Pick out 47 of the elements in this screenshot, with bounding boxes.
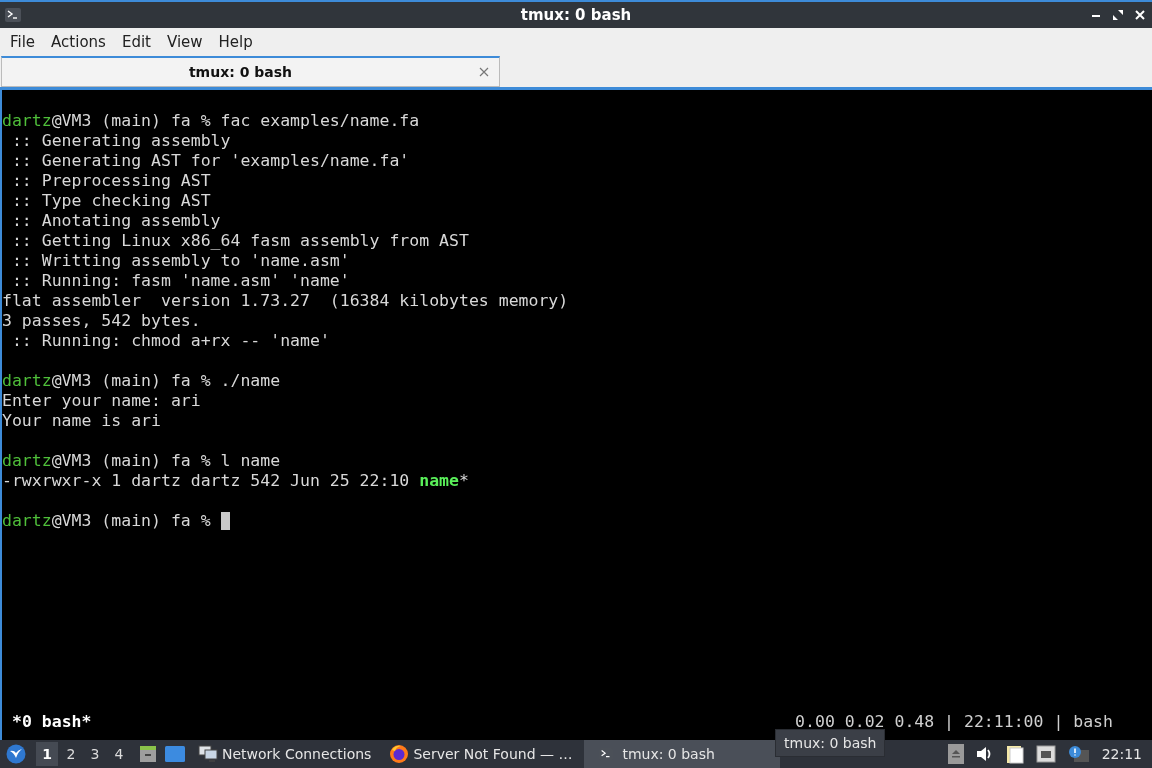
terminal-line: :: Running: chmod a+rx -- 'name' xyxy=(10,331,330,351)
file-cabinet-icon[interactable] xyxy=(138,744,158,764)
terminal-line: :: Generating assembly xyxy=(10,131,231,151)
menu-item[interactable]: Actions xyxy=(43,28,114,56)
tooltip: tmux: 0 bash xyxy=(775,729,886,757)
tab[interactable]: tmux: 0 bash xyxy=(1,56,500,87)
desktop-switcher[interactable]: 2 xyxy=(60,742,82,766)
menu-item[interactable]: File xyxy=(2,28,44,56)
terminal-line: :: Writting assembly to 'name.asm' xyxy=(10,251,350,271)
desktop-switcher[interactable]: 4 xyxy=(108,742,130,766)
terminal-line: dartz@VM3 (main) fa % l name xyxy=(2,451,281,471)
terminal-line: :: Running: fasm 'name.asm' 'name' xyxy=(10,271,350,291)
terminal-line: Enter your name: ari xyxy=(2,391,201,411)
desktop-switcher[interactable]: 3 xyxy=(84,742,106,766)
monitors-icon xyxy=(198,745,218,763)
eject-icon[interactable] xyxy=(947,744,964,764)
taskbar-task[interactable]: Server Not Found — … xyxy=(383,740,579,768)
clipboard-icon[interactable] xyxy=(1005,744,1024,764)
window-icon[interactable] xyxy=(164,745,186,763)
terminal-line: flat assembler version 1.73.27 (16384 kilobytes memory) xyxy=(2,291,569,311)
clock[interactable]: 22:11 xyxy=(1101,743,1142,765)
terminal-line: 3 passes, 542 bytes. xyxy=(2,311,201,331)
terminal-icon xyxy=(4,7,22,23)
maximize-icon[interactable] xyxy=(1112,9,1124,21)
terminal-line: :: Getting Linux x86_64 fasm assembly from AST xyxy=(10,231,469,251)
terminal-line: :: Anotating assembly xyxy=(10,211,221,231)
terminal-line: -rwxrwxr-x 1 dartz dartz 542 Jun 25 22:10 name* xyxy=(2,471,469,491)
terminal-line: :: Preprocessing AST xyxy=(10,171,211,191)
tmux-status-info: 0.00 0.02 0.48 | 22:11:00 | bash xyxy=(795,712,1113,732)
terminal-line: dartz@VM3 (main) fa % fac examples/name.fa xyxy=(2,111,420,131)
terminal-line: Your name is ari xyxy=(2,411,161,431)
terminal-line: :: Type checking AST xyxy=(10,191,211,211)
desktop-switcher[interactable]: 1 xyxy=(36,742,58,766)
window-title: tmux: 0 bash xyxy=(520,4,632,26)
ethernet-port-icon[interactable] xyxy=(1035,745,1056,763)
text-cursor xyxy=(220,512,230,530)
terminal-line: dartz@VM3 (main) fa % xyxy=(2,511,212,531)
notification-icon[interactable] xyxy=(1067,745,1090,763)
taskbar-task[interactable]: Network Connections xyxy=(192,740,378,768)
taskbar-task[interactable]: tmux: 0 bash xyxy=(584,740,781,768)
tmux-window-list: *0 bash* xyxy=(12,712,92,732)
terminal-line: :: Generating AST for 'examples/name.fa' xyxy=(10,151,410,171)
menu-item[interactable]: Help xyxy=(210,28,261,56)
menu-item[interactable]: View xyxy=(158,28,211,56)
terminal-line: dartz@VM3 (main) fa % ./name xyxy=(2,371,281,391)
browser-icon xyxy=(389,744,410,764)
menu-item[interactable]: Edit xyxy=(113,28,159,56)
